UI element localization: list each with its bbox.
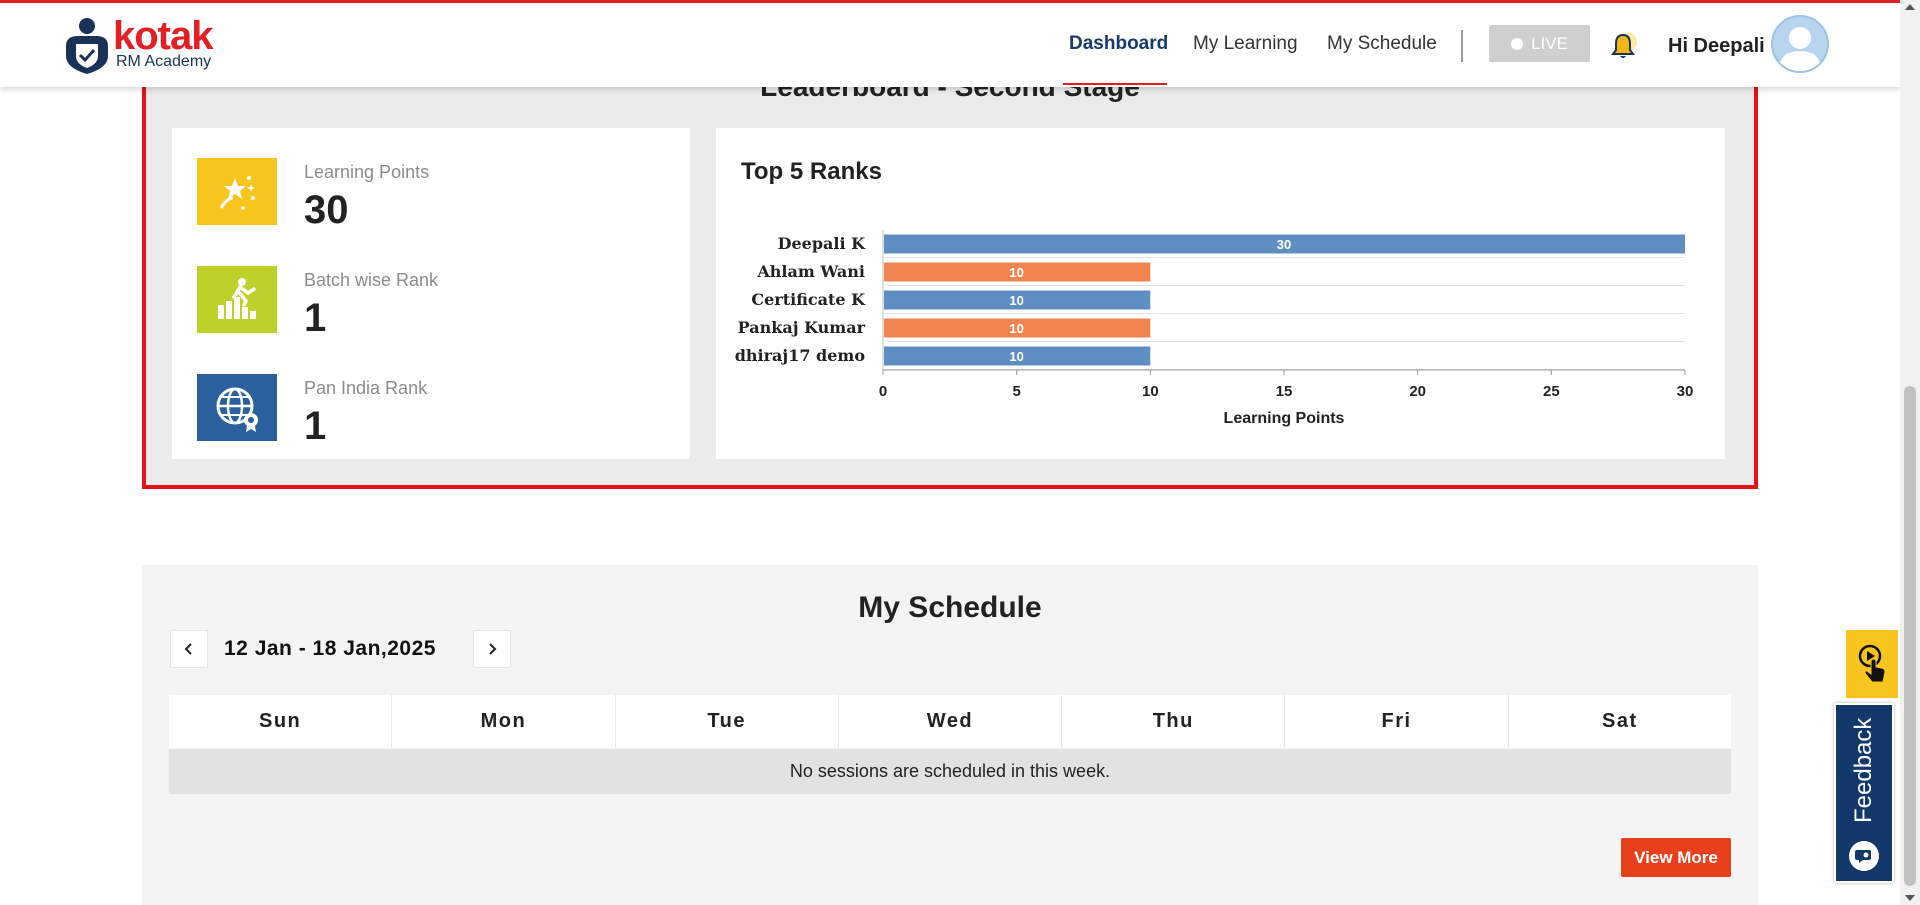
chart-x-axis-label: Learning Points — [1224, 410, 1345, 427]
top-ranks-chart: 0 5 10 15 20 25 30 Learning Points Deepali K 30 Ah… — [735, 230, 1694, 427]
day-fri: Fri — [1285, 695, 1509, 748]
chart-x-tick-label: 0 — [879, 383, 887, 400]
academy-shield-icon — [66, 18, 108, 74]
scroll-down-arrow-icon[interactable] — [1905, 895, 1915, 901]
schedule-section: My Schedule 12 Jan - 18 Jan,2025 Sun Mon… — [142, 565, 1758, 905]
page-scrollbar[interactable] — [1900, 0, 1920, 905]
stat-label: Learning Points — [304, 162, 430, 182]
chart-category-label: dhiraj17 demo — [735, 346, 866, 365]
nav-active-indicator — [1063, 83, 1167, 85]
kotak-logo[interactable]: kotak RM Academy — [62, 16, 232, 78]
nav-my-learning[interactable]: My Learning — [1193, 33, 1298, 55]
chart-data-label: 10 — [1009, 349, 1023, 364]
stats-card: Learning Points 30 Batch wise Rank 1 Pan… — [172, 128, 690, 459]
chevron-left-icon — [184, 643, 192, 655]
stat-value: 1 — [304, 296, 327, 340]
chart-x-tick-label: 5 — [1012, 383, 1020, 400]
chart-category-label: Deepali K — [778, 234, 867, 253]
chart-category-label: Pankaj Kumar — [738, 318, 866, 337]
chart-x-tick-label: 25 — [1543, 383, 1560, 400]
stat-value: 30 — [304, 188, 349, 232]
day-tue: Tue — [616, 695, 839, 748]
user-greeting: Hi Deepali — [1668, 35, 1765, 57]
chevron-right-icon — [489, 643, 497, 655]
day-sat: Sat — [1602, 710, 1638, 732]
feedback-label: Feedback — [1850, 717, 1877, 823]
next-week-button[interactable] — [473, 630, 511, 668]
nav-divider — [1461, 30, 1463, 62]
live-dot-icon — [1511, 37, 1524, 50]
leaderboard-section: Leaderboard - Second Stage Learning Poin… — [142, 40, 1758, 489]
chart-x-tick-label: 15 — [1276, 383, 1293, 400]
previous-week-button[interactable] — [170, 630, 208, 668]
day-wed: Wed — [839, 695, 1063, 748]
chart-category-label: Certificate K — [751, 290, 866, 309]
logo-brand: kotak — [113, 14, 213, 58]
top-ranks-card: Top 5 Ranks 0 5 10 15 20 25 30 Learning Points D… — [716, 128, 1725, 459]
day-mon: Mon — [392, 695, 616, 748]
globe-badge-icon — [197, 374, 277, 441]
trophy-stars-icon — [197, 158, 277, 225]
nav-my-schedule[interactable]: My Schedule — [1327, 33, 1437, 55]
chart-data-label: 10 — [1009, 265, 1023, 280]
chart-x-tick-label: 20 — [1409, 383, 1426, 400]
top-header: kotak RM Academy Dashboard My Learning M… — [0, 3, 1900, 87]
top-accent-line — [0, 0, 1900, 3]
week-range: 12 Jan - 18 Jan,2025 — [224, 637, 436, 660]
stat-label: Batch wise Rank — [304, 270, 439, 290]
live-button[interactable]: LIVE — [1489, 25, 1590, 62]
hand-pointer-play-icon — [1858, 644, 1886, 683]
chart-data-label: 10 — [1009, 321, 1023, 336]
runner-stairs-icon — [197, 266, 277, 333]
chart-category-label: Ahlam Wani — [756, 262, 865, 281]
user-avatar-icon[interactable] — [1771, 15, 1829, 73]
scroll-up-arrow-icon[interactable] — [1905, 4, 1915, 10]
chart-data-label: 10 — [1009, 293, 1023, 308]
scrollbar-thumb[interactable] — [1904, 386, 1916, 886]
day-sun: Sun — [169, 695, 393, 748]
schedule-title: My Schedule — [858, 591, 1042, 624]
feedback-tab[interactable]: Feedback — [1834, 703, 1894, 883]
stat-value: 1 — [304, 404, 327, 448]
chart-data-label: 30 — [1277, 237, 1291, 252]
nav-dashboard[interactable]: Dashboard — [1069, 33, 1168, 55]
weekday-header-row: Sun Mon Tue Wed Thu Fri Sat — [169, 695, 1731, 748]
view-more-button[interactable]: View More — [1621, 838, 1731, 877]
bell-icon[interactable] — [1608, 31, 1638, 61]
logo-subtitle: RM Academy — [116, 53, 212, 70]
feedback-chat-icon — [1849, 841, 1879, 871]
empty-schedule-message: No sessions are scheduled in this week. — [169, 749, 1731, 794]
live-label: LIVE — [1531, 33, 1568, 53]
guided-tour-button[interactable] — [1846, 630, 1898, 698]
stat-label: Pan India Rank — [304, 378, 428, 398]
day-thu: Thu — [1062, 695, 1286, 748]
chart-x-tick-label: 30 — [1677, 383, 1694, 400]
chart-x-tick-label: 10 — [1142, 383, 1159, 400]
